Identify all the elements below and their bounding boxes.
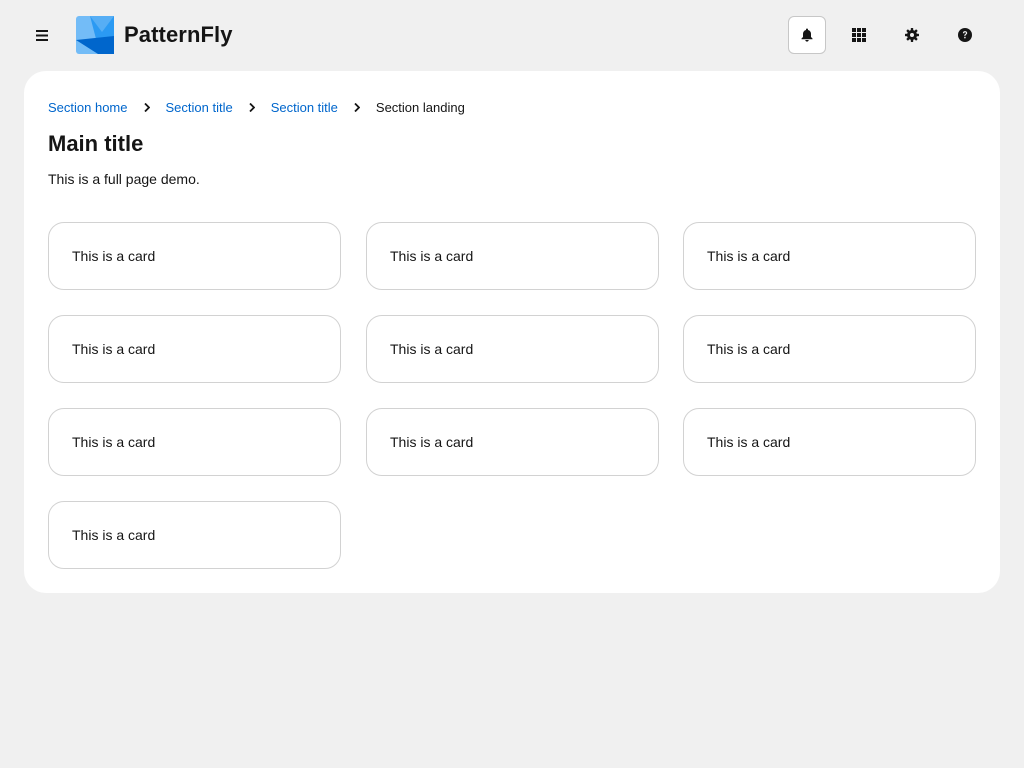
- card[interactable]: This is a card: [683, 222, 976, 290]
- card[interactable]: This is a card: [366, 315, 659, 383]
- breadcrumb-link-section-title-2[interactable]: Section title: [271, 100, 338, 115]
- breadcrumb-current-section-landing: Section landing: [375, 99, 465, 115]
- card[interactable]: This is a card: [48, 501, 341, 569]
- grid-icon: [852, 28, 866, 42]
- card[interactable]: This is a card: [683, 408, 976, 476]
- hamburger-icon: [36, 29, 48, 41]
- settings-button[interactable]: [893, 16, 931, 54]
- hamburger-menu-button[interactable]: [28, 22, 56, 48]
- card[interactable]: This is a card: [366, 222, 659, 290]
- help-button[interactable]: [946, 16, 984, 54]
- main-content: Section home Section title Section title…: [24, 71, 1000, 593]
- chevron-right-icon: [233, 102, 271, 112]
- masthead: PatternFly: [0, 0, 1024, 72]
- patternfly-logo-icon: [76, 16, 114, 54]
- card[interactable]: This is a card: [48, 222, 341, 290]
- chevron-right-icon: [128, 102, 166, 112]
- page-description: This is a full page demo.: [48, 171, 200, 187]
- card[interactable]: This is a card: [48, 315, 341, 383]
- breadcrumb: Section home Section title Section title…: [48, 99, 465, 115]
- gear-icon: [905, 28, 919, 42]
- card[interactable]: This is a card: [48, 408, 341, 476]
- bell-icon: [801, 28, 813, 42]
- card[interactable]: This is a card: [366, 408, 659, 476]
- page-title: Main title: [48, 131, 144, 156]
- brand-name: PatternFly: [124, 22, 233, 47]
- question-circle-icon: [958, 28, 972, 42]
- brand-logo[interactable]: PatternFly: [76, 16, 233, 54]
- chevron-right-icon: [338, 102, 376, 112]
- notifications-button[interactable]: [788, 16, 826, 54]
- app-launcher-button[interactable]: [840, 16, 878, 54]
- card[interactable]: This is a card: [683, 315, 976, 383]
- breadcrumb-link-section-home[interactable]: Section home: [48, 100, 128, 115]
- breadcrumb-link-section-title[interactable]: Section title: [166, 100, 233, 115]
